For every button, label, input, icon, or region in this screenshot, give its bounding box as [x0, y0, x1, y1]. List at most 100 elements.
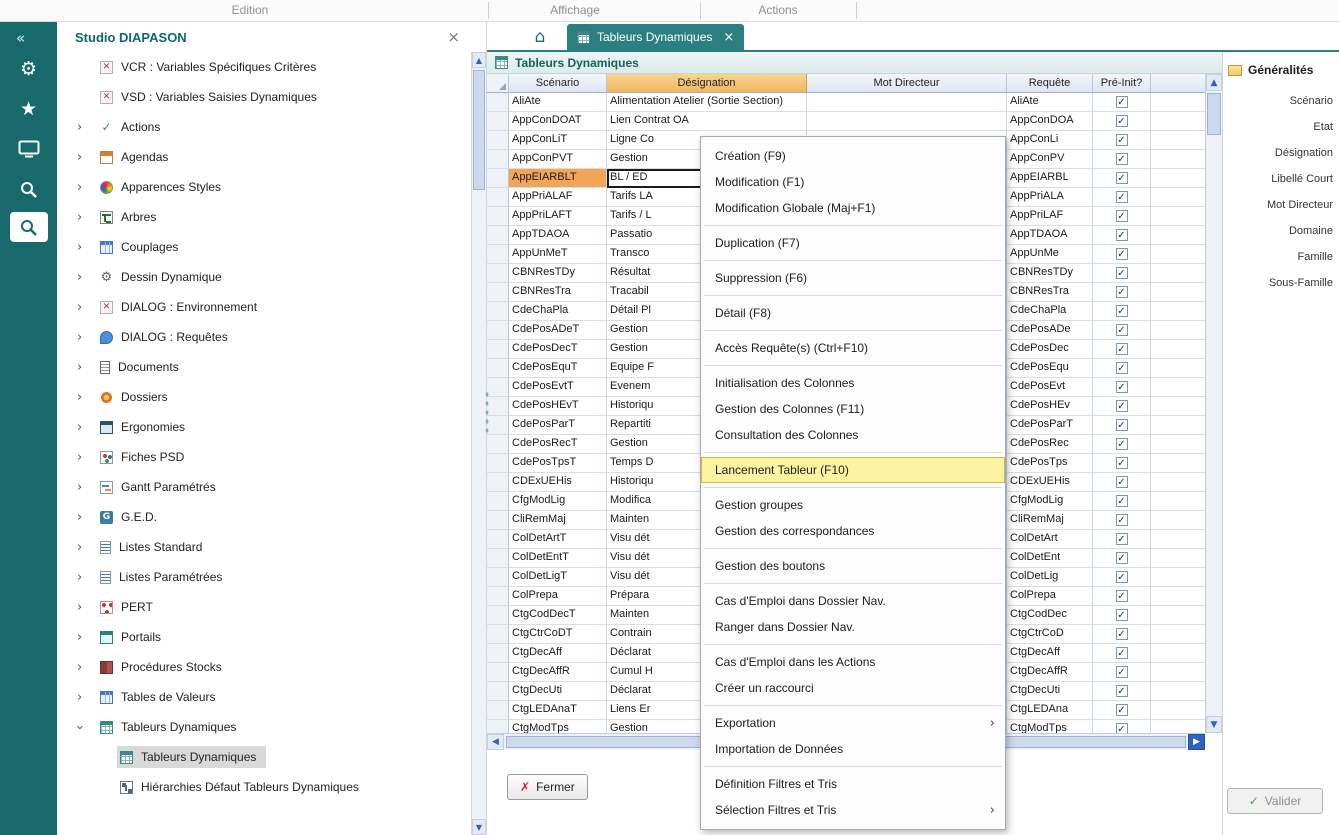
cell-requete[interactable]: CtgDecUti — [1007, 682, 1093, 701]
checkbox-checked-icon[interactable] — [1116, 628, 1128, 640]
search-icon[interactable] — [0, 169, 57, 209]
tree-item[interactable]: DIALOG : Requêtes — [57, 322, 471, 352]
row-marker[interactable] — [487, 283, 509, 302]
tree-item[interactable]: Ergonomies — [57, 412, 471, 442]
checkbox-checked-icon[interactable] — [1116, 666, 1128, 678]
cell-requete[interactable]: CBNResTDy — [1007, 264, 1093, 283]
row-marker[interactable] — [487, 454, 509, 473]
tree-item[interactable]: Arbres — [57, 202, 471, 232]
row-marker[interactable] — [487, 226, 509, 245]
checkbox-checked-icon[interactable] — [1116, 419, 1128, 431]
tree-item[interactable]: VCR : Variables Spécifiques Critères — [57, 52, 471, 82]
tree-item[interactable]: Apparences Styles — [57, 172, 471, 202]
cell-scenario[interactable]: CdePosRecT — [509, 435, 607, 454]
menu-group-actions[interactable]: Actions — [758, 0, 797, 21]
row-marker[interactable] — [487, 302, 509, 321]
checkbox-checked-icon[interactable] — [1116, 172, 1128, 184]
cell-scenario[interactable]: CtgCodDecT — [509, 606, 607, 625]
table-row[interactable]: AliAte Alimentation Atelier (Sortie Sect… — [487, 93, 1205, 112]
cell-requete[interactable]: CBNResTra — [1007, 283, 1093, 302]
tree-item[interactable]: Listes Standard — [57, 532, 471, 562]
row-marker[interactable] — [487, 511, 509, 530]
menu-group-edition[interactable]: Edition — [232, 0, 269, 21]
tree-item[interactable]: VSD : Variables Saisies Dynamiques — [57, 82, 471, 112]
tree-item[interactable]: Fiches PSD — [57, 442, 471, 472]
cell-requete[interactable]: CfgModLig — [1007, 492, 1093, 511]
row-marker[interactable] — [487, 359, 509, 378]
cell-designation[interactable]: Lien Contrat OA — [607, 112, 807, 131]
cell-scenario[interactable]: CliRemMaj — [509, 511, 607, 530]
checkbox-checked-icon[interactable] — [1116, 590, 1128, 602]
row-marker[interactable] — [487, 150, 509, 169]
scrollbar-thumb[interactable] — [473, 70, 485, 190]
checkbox-checked-icon[interactable] — [1116, 438, 1128, 450]
cell-scenario[interactable]: ColPrepa — [509, 587, 607, 606]
chevron-icon[interactable] — [77, 210, 97, 225]
context-menu-item[interactable]: Définition Filtres et Tris › — [701, 771, 1005, 797]
chevron-icon[interactable] — [77, 330, 97, 345]
chevron-icon[interactable] — [77, 240, 97, 255]
scroll-down-icon[interactable]: ▼ — [1206, 716, 1222, 733]
cell-scenario[interactable]: CdePosEvtT — [509, 378, 607, 397]
cell-requete[interactable]: CdePosParT — [1007, 416, 1093, 435]
cell-scenario[interactable]: CdePosHEvT — [509, 397, 607, 416]
row-marker[interactable] — [487, 530, 509, 549]
chevron-icon[interactable] — [77, 450, 97, 465]
select-all-corner[interactable] — [487, 74, 509, 93]
context-menu-item[interactable]: Exportation › — [701, 710, 1005, 736]
cell-requete[interactable]: CtgCodDec — [1007, 606, 1093, 625]
row-marker[interactable] — [487, 112, 509, 131]
row-marker[interactable] — [487, 245, 509, 264]
cell-scenario[interactable]: AppConLiT — [509, 131, 607, 150]
checkbox-checked-icon[interactable] — [1116, 609, 1128, 621]
cell-requete[interactable]: AppUnMe — [1007, 245, 1093, 264]
row-marker[interactable] — [487, 568, 509, 587]
context-menu-item[interactable]: Détail (F8) › — [701, 300, 1005, 326]
checkbox-checked-icon[interactable] — [1116, 115, 1128, 127]
chevron-icon[interactable] — [77, 390, 97, 405]
cell-designation[interactable]: Alimentation Atelier (Sortie Section) — [607, 93, 807, 112]
row-marker[interactable] — [487, 188, 509, 207]
valider-button[interactable]: ✓ Valider — [1227, 788, 1323, 814]
tree-item[interactable]: Tableurs Dynamiques — [57, 712, 471, 742]
cell-requete[interactable]: CtgCtrCoD — [1007, 625, 1093, 644]
close-tab-icon[interactable]: × — [723, 30, 734, 45]
cell-scenario[interactable]: CdeChaPla — [509, 302, 607, 321]
cell-scenario[interactable]: CfgModLig — [509, 492, 607, 511]
tree-item[interactable]: PERT — [57, 592, 471, 622]
scroll-up-icon[interactable]: ▲ — [472, 52, 486, 68]
chevron-icon[interactable] — [77, 720, 97, 735]
cell-scenario[interactable]: CtgLEDAnaT — [509, 701, 607, 720]
checkbox-checked-icon[interactable] — [1116, 457, 1128, 469]
tree-item[interactable]: Procédures Stocks — [57, 652, 471, 682]
checkbox-checked-icon[interactable] — [1116, 229, 1128, 241]
checkbox-checked-icon[interactable] — [1116, 381, 1128, 393]
checkbox-checked-icon[interactable] — [1116, 134, 1128, 146]
row-marker[interactable] — [487, 473, 509, 492]
tree-item[interactable]: Tableurs Dynamiques — [57, 742, 471, 772]
context-menu-item[interactable]: Consultation des Colonnes › — [701, 422, 1005, 448]
cell-scenario[interactable]: CtgDecAff — [509, 644, 607, 663]
cell-scenario[interactable]: AppUnMeT — [509, 245, 607, 264]
checkbox-checked-icon[interactable] — [1116, 685, 1128, 697]
cell-requete[interactable]: AppEIARBL — [1007, 169, 1093, 188]
row-marker[interactable] — [487, 93, 509, 112]
chevron-icon[interactable] — [77, 600, 97, 615]
cell-requete[interactable]: CdePosTps — [1007, 454, 1093, 473]
cell-requete[interactable]: AppConLi — [1007, 131, 1093, 150]
chevron-icon[interactable] — [77, 660, 97, 675]
checkbox-checked-icon[interactable] — [1116, 647, 1128, 659]
cell-scenario[interactable]: AppPriLAFT — [509, 207, 607, 226]
cell-scenario[interactable]: CdePosTpsT — [509, 454, 607, 473]
cell-requete[interactable]: CDExUEHis — [1007, 473, 1093, 492]
checkbox-checked-icon[interactable] — [1116, 305, 1128, 317]
cell-scenario[interactable]: AliAte — [509, 93, 607, 112]
context-menu-item[interactable]: Gestion des correspondances › — [701, 518, 1005, 544]
context-menu-item[interactable]: Gestion groupes › — [701, 492, 1005, 518]
row-marker[interactable] — [487, 644, 509, 663]
context-menu-item[interactable]: Créer un raccourci › — [701, 675, 1005, 701]
row-marker[interactable] — [487, 663, 509, 682]
context-menu-item[interactable]: Gestion des boutons › — [701, 553, 1005, 579]
chevron-icon[interactable] — [77, 360, 97, 375]
panel-splitter[interactable] — [484, 390, 490, 436]
